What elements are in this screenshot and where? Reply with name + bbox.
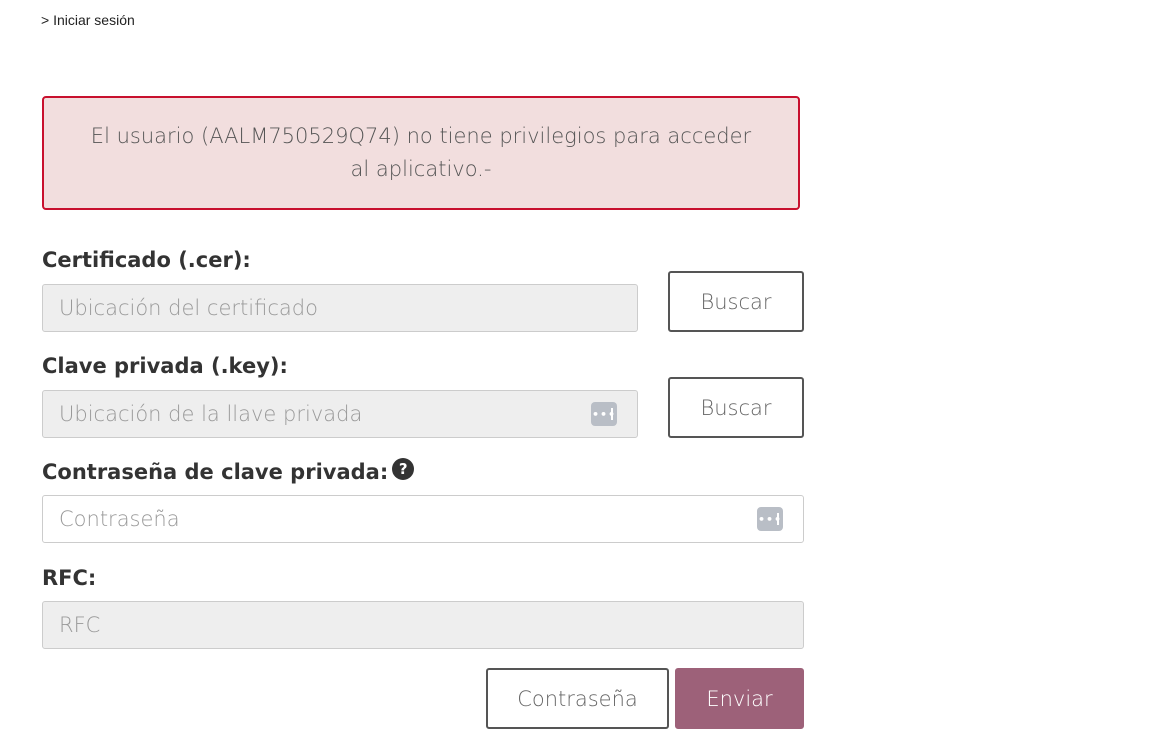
certificado-placeholder: Ubicación del certificado <box>59 296 318 320</box>
contrasena-field[interactable]: Contraseña ••• <box>42 495 804 543</box>
clave-privada-placeholder: Ubicación de la llave privada <box>59 402 363 426</box>
password-dots-icon[interactable]: ••• <box>591 402 617 426</box>
password-dots-icon[interactable]: ••• <box>757 507 783 531</box>
error-alert: El usuario (AALM750529Q74) no tiene priv… <box>42 96 800 210</box>
contrasena-button[interactable]: Contraseña <box>486 668 669 729</box>
certificado-label: Certificado (.cer): <box>42 248 251 272</box>
buscar-clave-button[interactable]: Buscar <box>668 377 804 438</box>
contrasena-label-row: Contraseña de clave privada: ? <box>42 458 415 484</box>
buscar-certificado-button[interactable]: Buscar <box>668 271 804 332</box>
contrasena-label: Contraseña de clave privada: <box>42 460 389 484</box>
breadcrumb[interactable]: > Iniciar sesión <box>41 12 135 28</box>
clave-privada-label: Clave privada (.key): <box>42 354 288 378</box>
error-alert-message: El usuario (AALM750529Q74) no tiene priv… <box>90 124 752 181</box>
enviar-button[interactable]: Enviar <box>675 668 804 729</box>
rfc-placeholder: RFC <box>59 613 101 637</box>
clave-privada-field[interactable]: Ubicación de la llave privada ••• <box>42 390 638 438</box>
certificado-field[interactable]: Ubicación del certificado <box>42 284 638 332</box>
help-icon[interactable]: ? <box>392 458 415 480</box>
rfc-field: RFC <box>42 601 804 649</box>
contrasena-placeholder: Contraseña <box>59 507 180 531</box>
rfc-label: RFC: <box>42 566 97 590</box>
